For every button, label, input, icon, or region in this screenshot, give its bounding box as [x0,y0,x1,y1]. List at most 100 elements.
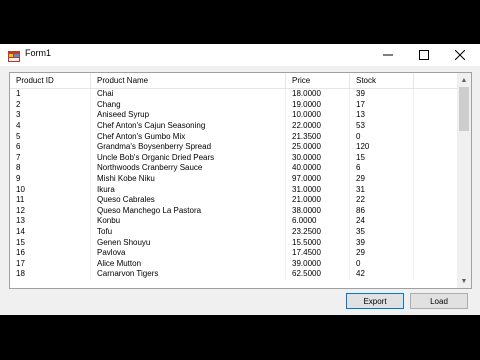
cell-price: 6.0000 [285,216,350,227]
cell-stock: 0 [349,131,414,142]
cell-stock: 120 [349,141,414,153]
table-row[interactable]: 9 Mishi Kobe Niku 97.0000 29 [10,173,458,185]
cell-product-name: Chef Anton's Gumbo Mix [90,131,286,142]
cell-price: 10.0000 [285,110,350,121]
cell-stock: 53 [349,120,414,132]
table-row[interactable]: 15 Genen Shouyu 15.5000 39 [10,237,458,248]
cell-filler [413,269,458,280]
cell-product-id: 13 [10,216,91,227]
cell-filler [413,258,458,270]
cell-price: 17.4500 [285,247,350,259]
cell-product-name: Mishi Kobe Niku [90,173,286,185]
column-header-product-id[interactable]: Product ID [10,73,91,89]
main-window: Form1 Product ID Product Name Price Stoc… [0,44,480,315]
cell-stock: 39 [349,237,414,248]
maximize-button[interactable] [406,44,442,66]
load-button[interactable]: Load [410,293,468,309]
cell-price: 38.0000 [285,205,350,217]
cell-filler [413,152,458,164]
cell-stock: 15 [349,152,414,164]
cell-price: 62.5000 [285,269,350,280]
table-row[interactable]: 13 Konbu 6.0000 24 [10,216,458,227]
cell-price: 21.3500 [285,131,350,142]
table-row[interactable]: 6 Grandma's Boysenberry Spread 25.0000 120 [10,141,458,153]
cell-filler [413,184,458,195]
scroll-down-icon[interactable]: ▼ [457,274,471,288]
table-row[interactable]: 18 Carnarvon Tigers 62.5000 42 [10,269,458,280]
cell-product-name: Northwoods Cranberry Sauce [90,163,286,174]
cell-stock: 31 [349,184,414,195]
cell-filler [413,141,458,153]
cell-product-id: 10 [10,184,91,195]
table-row[interactable]: 11 Queso Cabrales 21.0000 22 [10,194,458,206]
close-button[interactable] [442,44,478,66]
table-row[interactable]: 4 Chef Anton's Cajun Seasoning 22.0000 53 [10,120,458,132]
cell-product-name: Chang [90,99,286,111]
cell-stock: 0 [349,258,414,270]
scroll-thumb[interactable] [459,87,469,131]
table-row[interactable]: 3 Aniseed Syrup 10.0000 13 [10,110,458,121]
cell-product-name: Chef Anton's Cajun Seasoning [90,120,286,132]
column-header-stock[interactable]: Stock [349,73,414,89]
cell-product-name: Uncle Bob's Organic Dried Pears [90,152,286,164]
cell-product-id: 16 [10,247,91,259]
cell-product-name: Queso Cabrales [90,194,286,206]
export-button[interactable]: Export [346,293,404,309]
cell-price: 97.0000 [285,173,350,185]
vertical-scrollbar[interactable]: ▲ ▼ [457,73,471,288]
cell-product-name: Grandma's Boysenberry Spread [90,141,286,153]
close-icon [455,50,465,60]
scroll-up-icon[interactable]: ▲ [457,73,471,87]
cell-product-name: Pavlova [90,247,286,259]
cell-price: 22.0000 [285,120,350,132]
cell-stock: 29 [349,173,414,185]
cell-price: 19.0000 [285,99,350,111]
cell-price: 23.2500 [285,226,350,238]
products-grid[interactable]: Product ID Product Name Price Stock 1 Cha… [9,72,472,289]
cell-filler [413,237,458,248]
cell-filler [413,247,458,259]
cell-stock: 29 [349,247,414,259]
column-header-price[interactable]: Price [285,73,350,89]
cell-filler [413,120,458,132]
cell-stock: 17 [349,99,414,111]
column-header-filler [413,73,458,89]
cell-product-name: Ikura [90,184,286,195]
cell-stock: 13 [349,110,414,121]
minimize-button[interactable] [370,44,406,66]
cell-price: 40.0000 [285,163,350,174]
cell-product-id: 2 [10,99,91,111]
cell-filler [413,131,458,142]
cell-product-id: 9 [10,173,91,185]
table-row[interactable]: 14 Tofu 23.2500 35 [10,226,458,238]
cell-product-id: 6 [10,141,91,153]
table-row[interactable]: 5 Chef Anton's Gumbo Mix 21.3500 0 [10,131,458,142]
cell-filler [413,173,458,185]
table-row[interactable]: 12 Queso Manchego La Pastora 38.0000 86 [10,205,458,217]
cell-product-name: Tofu [90,226,286,238]
cell-product-id: 4 [10,120,91,132]
table-row[interactable]: 10 Ikura 31.0000 31 [10,184,458,195]
cell-product-name: Carnarvon Tigers [90,269,286,280]
table-row[interactable]: 8 Northwoods Cranberry Sauce 40.0000 6 [10,163,458,174]
table-row[interactable]: 16 Pavlova 17.4500 29 [10,247,458,259]
cell-product-id: 8 [10,163,91,174]
cell-price: 18.0000 [285,88,350,100]
cell-filler [413,163,458,174]
column-header-product-name[interactable]: Product Name [90,73,286,89]
table-row[interactable]: 1 Chai 18.0000 39 [10,88,458,100]
cell-product-id: 11 [10,194,91,206]
window-title: Form1 [25,48,52,58]
table-row[interactable]: 17 Alice Mutton 39.0000 0 [10,258,458,270]
cell-product-id: 1 [10,88,91,100]
cell-stock: 39 [349,88,414,100]
cell-product-id: 15 [10,237,91,248]
cell-stock: 35 [349,226,414,238]
table-row[interactable]: 2 Chang 19.0000 17 [10,99,458,111]
cell-filler [413,194,458,206]
cell-price: 30.0000 [285,152,350,164]
table-row[interactable]: 7 Uncle Bob's Organic Dried Pears 30.0000 1… [10,152,458,164]
app-icon [8,49,20,62]
cell-filler [413,88,458,100]
cell-filler [413,110,458,121]
